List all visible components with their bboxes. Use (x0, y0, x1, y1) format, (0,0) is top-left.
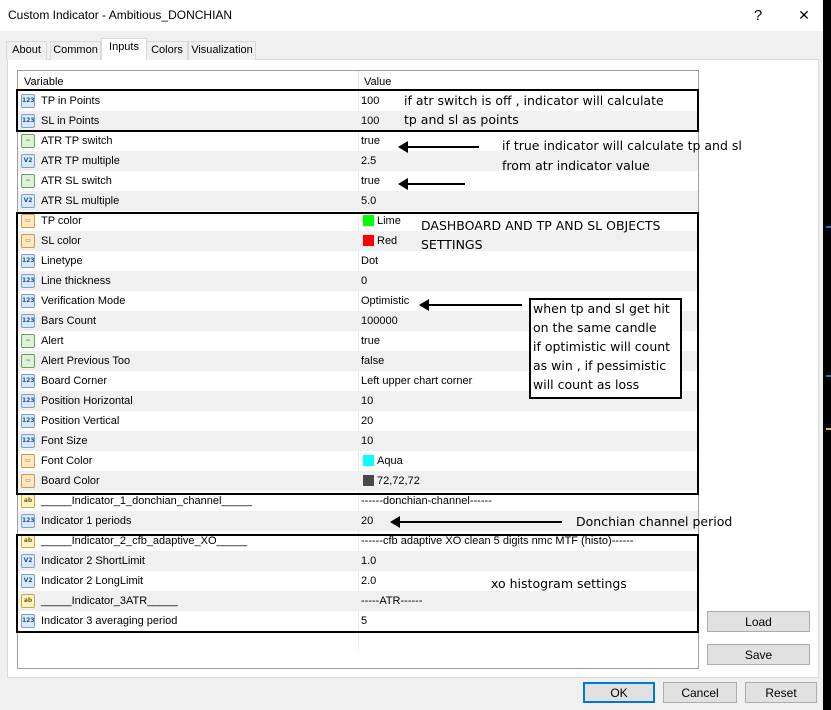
help-button[interactable]: ? (735, 0, 781, 31)
table-row[interactable]: V2 ATR SL multiple 5.0 (18, 191, 698, 211)
verification-arrow (419, 299, 522, 311)
atr-tp-arrow (398, 141, 479, 153)
donchian-arrow (390, 516, 562, 528)
string-icon: ab (21, 494, 35, 508)
verification-note-line-2: on the same candle (533, 320, 657, 335)
variable-value[interactable]: 2.5 (361, 155, 376, 167)
table-header: Variable Value (18, 71, 698, 91)
donchian-note: Donchian channel period (576, 514, 733, 529)
tab-colors[interactable]: Colors (146, 41, 188, 60)
title-bar: Custom Indicator - Ambitious_DONCHIAN ? … (0, 0, 823, 31)
tab-inputs[interactable]: Inputs (101, 38, 147, 60)
verification-note-line-5: will count as loss (533, 377, 640, 392)
variable-value[interactable]: 20 (361, 515, 373, 527)
variable-name: ATR SL switch (41, 175, 112, 187)
xo-note: xo histogram settings (491, 576, 627, 591)
tab-visualization[interactable]: Visualization (188, 41, 256, 60)
verification-note-line-1: when tp and sl get hit (533, 301, 670, 316)
chart-edge-mark (826, 226, 831, 228)
reset-button[interactable]: Reset (745, 682, 817, 703)
atr-sl-arrow (398, 178, 465, 190)
toggle-icon: ~ (21, 174, 35, 188)
ok-button[interactable]: OK (583, 682, 655, 703)
cancel-button[interactable]: Cancel (663, 682, 737, 703)
toggle-icon: ~ (21, 134, 35, 148)
atr-note-line-1: if true indicator will calculate tp and … (502, 138, 742, 153)
variable-name: ATR SL multiple (41, 195, 120, 207)
variable-value[interactable]: ------donchian-channel------ (361, 495, 492, 507)
value-column-header[interactable]: Value (364, 76, 391, 88)
decimal-icon: V2 (21, 154, 35, 168)
variable-value[interactable]: true (361, 135, 380, 147)
variable-name: _____Indicator_1_donchian_channel_____ (41, 495, 253, 507)
chart-edge-mark (826, 428, 831, 430)
dashboard-note-line-2: SETTINGS (421, 237, 483, 252)
variable-name: Indicator 1 periods (41, 515, 132, 527)
variable-value[interactable]: true (361, 175, 380, 187)
verification-note-line-3: if optimistic will count (533, 339, 671, 354)
variable-value[interactable]: 5.0 (361, 195, 376, 207)
variable-name: ATR TP multiple (41, 155, 120, 167)
close-button[interactable]: ✕ (781, 0, 823, 31)
verification-note-line-4: as win , if pessimistic (533, 358, 667, 373)
load-button[interactable]: Load (707, 611, 810, 632)
dashboard-note-line-1: DASHBOARD AND TP AND SL OBJECTS (421, 218, 661, 233)
number-icon: 123 (21, 514, 35, 528)
tab-about[interactable]: About (6, 41, 47, 60)
background-chart-edge (823, 0, 831, 710)
chart-edge-mark (826, 375, 831, 377)
column-separator[interactable] (358, 71, 359, 90)
decimal-icon: V2 (21, 194, 35, 208)
points-note-line-1: if atr switch is off , indicator will ca… (404, 93, 664, 108)
variable-name: ATR TP switch (41, 135, 113, 147)
save-button[interactable]: Save (707, 644, 810, 665)
variable-column-header[interactable]: Variable (24, 76, 64, 88)
tab-common[interactable]: Common (50, 41, 101, 60)
points-note-line-2: tp and sl as points (404, 112, 519, 127)
window-title: Custom Indicator - Ambitious_DONCHIAN (8, 8, 233, 22)
dialog-window: Custom Indicator - Ambitious_DONCHIAN ? … (0, 0, 823, 710)
atr-note-line-2: from atr indicator value (502, 158, 650, 173)
